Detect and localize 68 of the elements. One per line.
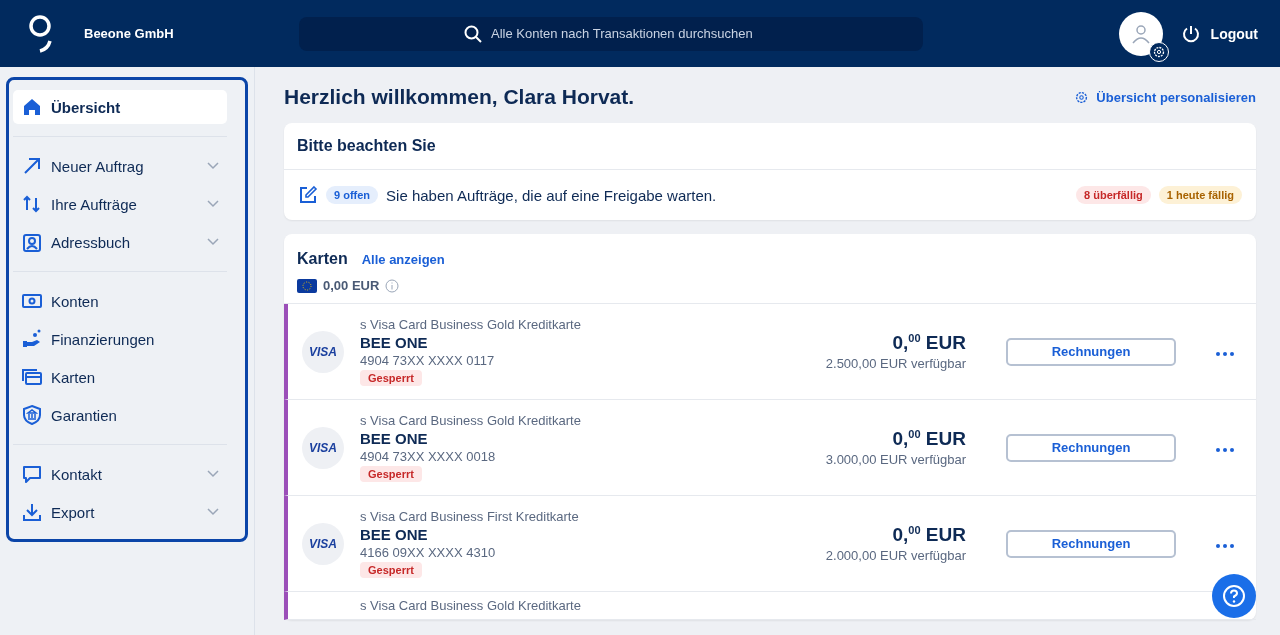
available-amount: 2.500,00 EUR verfügbar — [825, 356, 966, 372]
power-icon — [1180, 23, 1201, 44]
sidebar-item[interactable]: Finanzierungen — [13, 322, 227, 356]
card-title: Karten — [297, 250, 348, 268]
contact-icon — [21, 231, 43, 253]
invoices-button[interactable]: Rechnungen — [1006, 433, 1176, 462]
status-badge: Gesperrt — [360, 466, 422, 482]
settings-icon — [1152, 45, 1165, 58]
card-number: 4904 73XX XXXX 0018 — [360, 449, 497, 464]
shield-icon — [21, 404, 43, 426]
card-title: Bitte beachten Sie — [284, 123, 1256, 170]
card-product: s Visa Card Business Gold Kreditkarte — [360, 598, 582, 613]
help-icon — [1222, 584, 1246, 608]
card-holder: BEE ONE — [360, 526, 429, 543]
sidebar-item[interactable]: Export — [13, 495, 227, 529]
edit-icon — [298, 185, 318, 205]
logo-icon — [28, 14, 54, 53]
card-number: 4904 73XX XXXX 0117 — [360, 353, 496, 368]
card-holder: BEE ONE — [360, 430, 429, 447]
settings-icon — [1075, 90, 1089, 104]
hand-icon — [21, 328, 43, 350]
sidebar-item[interactable]: Übersicht — [13, 90, 227, 124]
show-all-link[interactable]: Alle anzeigen — [361, 252, 445, 267]
card-number: 4166 09XX XXXX 4310 — [360, 545, 497, 560]
sidebar-item[interactable]: Garantien — [13, 398, 227, 432]
more-icon[interactable] — [1216, 544, 1234, 548]
invoices-button[interactable]: Rechnungen — [1006, 529, 1176, 558]
chat-icon — [21, 463, 43, 485]
sidebar-item[interactable]: Ihre Aufträge — [13, 187, 227, 221]
balance-amount: 0,$^{00}$ EUR — [891, 331, 966, 355]
cards-icon — [21, 366, 43, 388]
search-field[interactable]: Alle Konten nach Transaktionen durchsuchen — [299, 16, 923, 51]
balance-amount: 0,$^{00}$ EUR — [891, 523, 966, 547]
card-product: s Visa Card Business Gold Kreditkarte — [360, 317, 582, 332]
status-badge: Gesperrt — [360, 370, 422, 386]
card-brand-logo: VISA — [302, 330, 344, 373]
personalize-link[interactable]: Übersicht personalisieren — [1075, 89, 1256, 105]
flag-icon — [297, 278, 317, 293]
user-icon — [1130, 23, 1151, 44]
card-holder: BEE ONE — [360, 334, 429, 351]
welcome-heading: Herzlich willkommen, Clara Horvat. — [284, 85, 635, 109]
more-icon[interactable] — [1216, 352, 1234, 356]
logout-button[interactable]: Logout — [1180, 23, 1258, 44]
sidebar-item[interactable]: Adressbuch — [13, 225, 227, 259]
available-amount: 2.000,00 EUR verfügbar — [825, 548, 966, 564]
due-badge: 1 heute fällig — [1158, 186, 1242, 204]
sidebar-item[interactable]: Konten — [13, 284, 227, 318]
more-icon[interactable] — [1216, 448, 1234, 452]
balance-amount: 0,$^{00}$ EUR — [891, 427, 966, 451]
card-product: s Visa Card Business First Kreditkarte — [360, 509, 580, 524]
available-amount: 3.000,00 EUR verfügbar — [825, 452, 966, 468]
sidebar-item[interactable]: Kontakt — [13, 457, 227, 491]
sidebar-item[interactable]: Neuer Auftrag — [13, 149, 227, 183]
download-icon — [21, 501, 43, 523]
invoices-button[interactable]: Rechnungen — [1006, 337, 1176, 366]
sidebar-item[interactable]: Karten — [13, 360, 227, 394]
card-product: s Visa Card Business Gold Kreditkarte — [360, 413, 582, 428]
count-badge: 9 offen — [326, 186, 379, 204]
home-icon — [21, 96, 43, 118]
search-icon — [464, 24, 482, 43]
updown-icon — [21, 193, 43, 215]
status-badge: Gesperrt — [360, 562, 422, 578]
overdue-badge: 8 überfällig — [1076, 186, 1151, 204]
card-brand-logo: VISA — [302, 426, 344, 469]
company-name: Beeone GmbH — [84, 26, 175, 41]
card-brand-logo: VISA — [302, 522, 344, 565]
notice-message: Sie haben Aufträge, die auf eine Freigabe warten. — [386, 186, 718, 204]
total-amount: 0,00 EUR — [323, 278, 380, 293]
